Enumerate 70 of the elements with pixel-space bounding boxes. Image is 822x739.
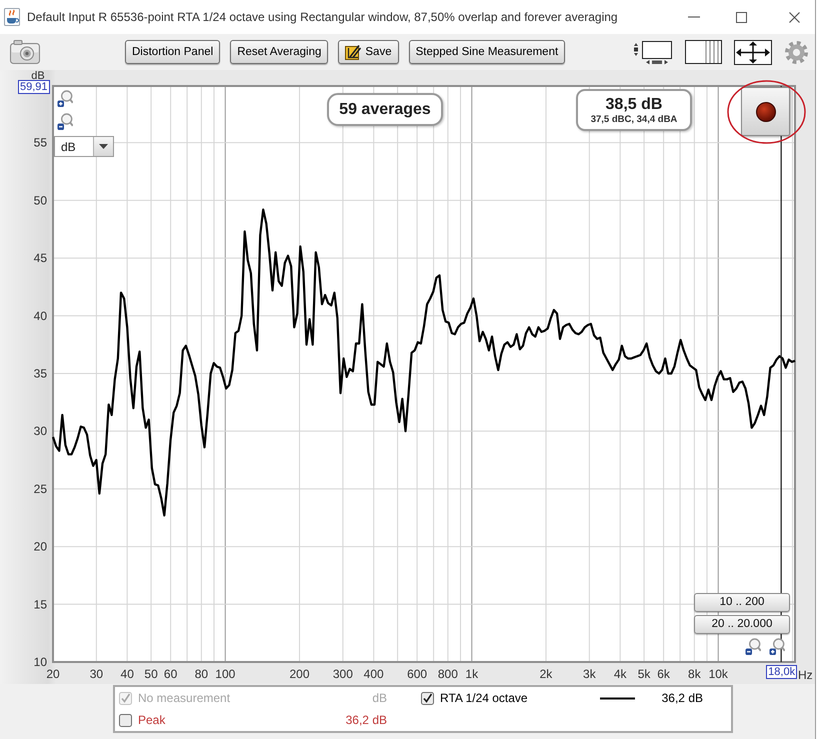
x-tick-label: 10k — [708, 667, 728, 681]
legend-label: RTA 1/24 octave — [440, 690, 529, 707]
x-tick-label: 300 — [332, 667, 353, 681]
averages-label: 59 averages — [327, 93, 443, 126]
legend-label: No measurement — [138, 690, 232, 707]
x-tick-label: 800 — [438, 667, 458, 681]
legend-value: dB — [372, 690, 387, 707]
x-tick-label: 5k — [638, 667, 650, 681]
y-tick-label: 30 — [34, 424, 47, 438]
move-arrows-icon[interactable] — [734, 40, 772, 64]
close-icon[interactable] — [789, 12, 800, 22]
x-tick-label: 80 — [194, 667, 208, 681]
x-tick-label: 4k — [614, 667, 627, 681]
camera-icon[interactable] — [10, 40, 40, 64]
zoom-out-icon[interactable] — [57, 113, 73, 130]
x-tick-label: 3k — [583, 667, 596, 681]
record-icon — [756, 102, 776, 122]
x-tick-label: 50 — [144, 667, 158, 681]
checkbox[interactable] — [421, 692, 434, 704]
columns-icon[interactable] — [685, 40, 722, 64]
y-tick-label: 15 — [34, 597, 47, 612]
x-axis-unit: Hz — [798, 668, 813, 682]
legend-value: 36,2 dB — [662, 690, 703, 707]
record-button[interactable] — [741, 87, 790, 136]
x-tick-label: 600 — [407, 667, 428, 681]
pencil-icon — [345, 44, 362, 60]
y-tick-label: 55 — [34, 136, 47, 150]
toolbar-button[interactable]: Distortion Panel — [125, 40, 220, 64]
y-tick-label: 40 — [34, 308, 47, 323]
cursor-readout: 18,0k — [766, 665, 798, 679]
unit-dropdown[interactable]: dB — [54, 136, 114, 157]
x-tick-label: 2k — [540, 667, 552, 681]
toolbar-button[interactable]: Reset Averaging — [230, 40, 328, 64]
y-tick-label: 35 — [34, 366, 47, 380]
y-tick-label: 20 — [34, 540, 47, 554]
x-tick-label: 6k — [657, 667, 670, 681]
x-tick-label: 20 — [46, 667, 60, 681]
toolbar-button[interactable]: Stepped Sine Measurement — [408, 40, 566, 64]
window-title: Default Input R 65536-point RTA 1/24 octave using Rectangular window, 87,50% overlap and forever averaging — [27, 9, 618, 26]
y-tick-label: 50 — [34, 193, 47, 208]
weighted-levels: 37,5 dBC, 34,4 dBA — [590, 114, 678, 124]
zoom-in-icon[interactable] — [57, 90, 73, 107]
x-tick-label: 1k — [465, 667, 478, 681]
x-tick-label: 40 — [120, 667, 134, 681]
x-tick-label: 200 — [289, 667, 310, 681]
maximize-icon[interactable] — [736, 12, 747, 22]
cursor-readout: 59,91 — [18, 80, 50, 94]
zoom-out-icon[interactable] — [745, 638, 761, 655]
display-layout-icon[interactable] — [633, 39, 673, 65]
range-button[interactable]: 20 .. 20.000 — [694, 615, 790, 634]
x-tick-label: 60 — [164, 667, 178, 681]
x-tick-label: 400 — [364, 667, 384, 681]
range-button[interactable]: 10 .. 200 — [694, 593, 790, 612]
caret-icon — [99, 144, 108, 149]
legend-value: 36,2 dB — [346, 712, 387, 729]
legend-label: Peak — [138, 712, 166, 729]
line-swatch-icon — [600, 696, 635, 700]
x-tick-label: 100 — [215, 667, 236, 681]
toolbar-button[interactable]: Save — [338, 40, 399, 64]
checkbox[interactable] — [119, 714, 132, 726]
y-tick-label: 45 — [34, 251, 47, 266]
coffee-cup-icon — [4, 8, 20, 26]
y-axis-unit: dB — [31, 70, 45, 82]
y-tick-label: 25 — [34, 482, 47, 496]
x-tick-label: 30 — [90, 667, 104, 681]
level-value: 38,5 dB — [606, 96, 662, 114]
minimize-icon[interactable] — [688, 16, 700, 18]
x-tick-label: 8k — [688, 667, 701, 681]
y-tick-label: 10 — [34, 655, 47, 669]
zoom-in-icon[interactable] — [769, 638, 785, 655]
